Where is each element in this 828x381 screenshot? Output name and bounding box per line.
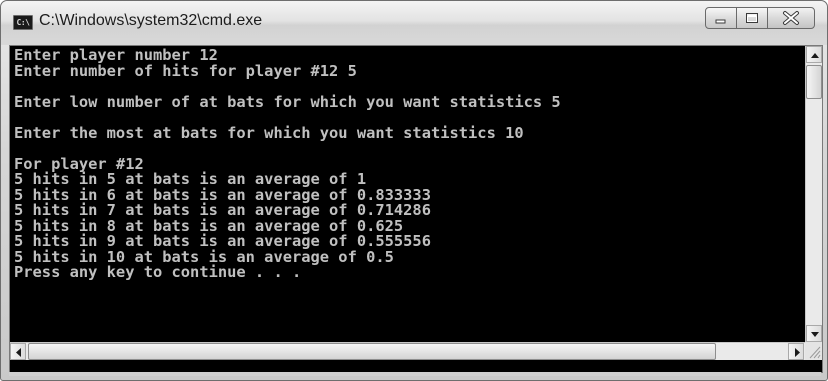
console-output[interactable]: Enter player number 12 Enter number of hi… [10, 46, 805, 342]
console-window: C:\ C:\Windows\system32\cmd.exe Enter pl… [0, 0, 828, 381]
close-button[interactable] [767, 7, 815, 29]
console-line: Enter the most at bats for which you wan… [14, 123, 524, 142]
minimize-button[interactable] [705, 7, 737, 29]
title-bar[interactable]: C:\ C:\Windows\system32\cmd.exe [1, 1, 827, 45]
maximize-button[interactable] [736, 7, 768, 29]
maximize-icon [746, 13, 758, 23]
vertical-scrollbar[interactable] [805, 46, 822, 342]
resize-grip[interactable] [805, 342, 822, 360]
window-bottom-frame [9, 372, 821, 376]
console-line: Enter low number of at bats for which yo… [14, 92, 561, 111]
console-area: Enter player number 12 Enter number of hi… [9, 45, 823, 373]
arrow-down-icon [811, 332, 819, 337]
horizontal-scrollbar[interactable] [10, 342, 805, 360]
arrow-up-icon [811, 53, 819, 58]
scroll-left-button[interactable] [10, 343, 26, 360]
arrow-right-icon [795, 348, 800, 357]
vertical-scroll-thumb[interactable] [806, 65, 822, 99]
close-icon [783, 11, 799, 25]
window-title: C:\Windows\system32\cmd.exe [39, 12, 263, 29]
resize-grip-icon [809, 346, 821, 359]
console-line: Enter number of hits for player #12 5 [14, 61, 357, 80]
scroll-down-button[interactable] [806, 325, 822, 342]
console-icon[interactable]: C:\ [13, 15, 33, 30]
minimize-icon [715, 19, 726, 24]
arrow-left-icon [16, 348, 21, 357]
caption-buttons [705, 7, 815, 29]
horizontal-scroll-thumb[interactable] [28, 343, 716, 360]
console-line: Press any key to continue . . . [14, 263, 302, 281]
scroll-up-button[interactable] [806, 46, 822, 63]
scroll-right-button[interactable] [788, 343, 804, 360]
